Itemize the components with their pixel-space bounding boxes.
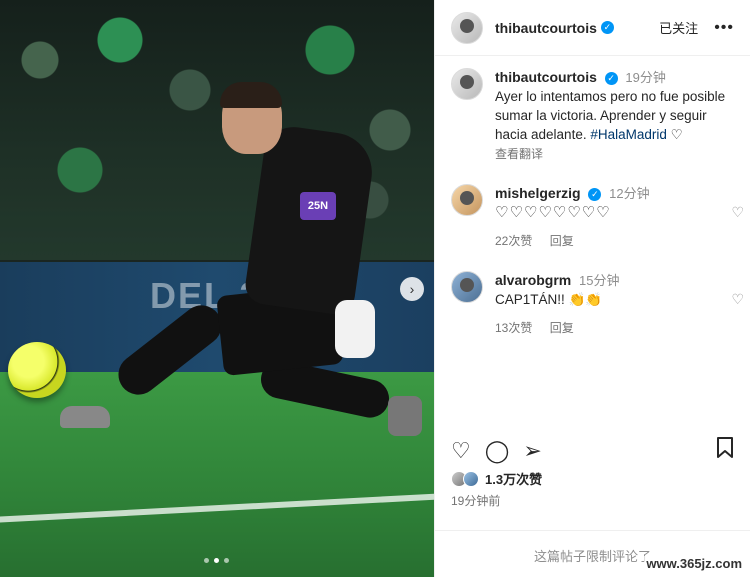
more-options-icon[interactable]: ••• xyxy=(714,19,734,37)
post-timestamp: 19分钟前 xyxy=(451,494,501,508)
keeper-hair xyxy=(220,82,282,108)
comment-time: 15分钟 xyxy=(579,273,620,288)
commenter-avatar[interactable] xyxy=(451,271,483,303)
hashtag-link[interactable]: #HalaMadrid xyxy=(590,127,667,142)
likes-summary[interactable]: 1.3万次赞 xyxy=(451,469,542,488)
keeper-boot xyxy=(388,396,422,436)
post-actions-bar: ♡ ◯ ➢ xyxy=(451,437,734,465)
commenter-avatar[interactable] xyxy=(451,184,483,216)
reply-button[interactable]: 回复 xyxy=(550,234,574,248)
heart-icon: ♡ xyxy=(670,127,683,142)
comment-likes[interactable]: 13次赞 xyxy=(495,321,532,335)
share-send-icon[interactable]: ➢ xyxy=(523,438,541,464)
verified-badge-icon: ✓ xyxy=(600,21,614,34)
carousel-dot-active[interactable] xyxy=(214,558,219,563)
bookmark-icon[interactable] xyxy=(716,437,734,465)
captain-armband: 25N xyxy=(300,192,336,220)
author-username[interactable]: thibautcourtois xyxy=(495,20,597,36)
following-button[interactable]: 已关注 xyxy=(659,18,698,37)
comment-text: ♡♡♡♡♡♡♡♡ xyxy=(495,204,611,221)
keeper-boot xyxy=(60,406,110,428)
instagram-post: DEL 2 25N › thibautcourtois ✓ 已关注 ••• th… xyxy=(0,0,750,577)
carousel-dot[interactable] xyxy=(224,558,229,563)
caption-time: 19分钟 xyxy=(625,70,666,85)
keeper-glove xyxy=(335,300,375,358)
comment-likes[interactable]: 22次赞 xyxy=(495,234,532,248)
commenter-username[interactable]: mishelgerzig xyxy=(495,185,581,201)
comment-bubble-icon[interactable]: ◯ xyxy=(485,438,510,464)
reply-button[interactable]: 回复 xyxy=(550,321,574,335)
post-side-panel: thibautcourtois ✓ 已关注 ••• thibautcourtoi… xyxy=(434,0,750,577)
author-avatar[interactable] xyxy=(451,11,483,44)
caption-avatar[interactable] xyxy=(451,68,483,100)
comment-like-heart-icon[interactable]: ♡ xyxy=(731,291,744,308)
post-media[interactable]: DEL 2 25N › xyxy=(0,0,434,577)
comment-time: 12分钟 xyxy=(609,186,650,201)
post-header: thibautcourtois ✓ 已关注 ••• xyxy=(435,0,750,56)
comment-item: mishelgerzig ✓ 12分钟 ♡♡♡♡♡♡♡♡ 22次赞 回复 ♡ xyxy=(435,184,750,251)
comment-text: CAP1TÁN!! 👏👏 xyxy=(495,292,603,307)
comment-item: alvarobgrm 15分钟 CAP1TÁN!! 👏👏 13次赞 回复 ♡ xyxy=(435,271,750,338)
like-heart-icon[interactable]: ♡ xyxy=(451,438,471,464)
caption-username[interactable]: thibautcourtois xyxy=(495,69,597,85)
see-translation-link[interactable]: 查看翻译 xyxy=(495,145,734,164)
carousel-next-button[interactable]: › xyxy=(400,277,424,301)
divider xyxy=(435,530,750,531)
chevron-right-icon: › xyxy=(409,281,415,297)
watermark: www.365jz.com xyxy=(644,556,744,571)
post-caption: thibautcourtois ✓ 19分钟 Ayer lo intentamo… xyxy=(435,56,750,164)
verified-badge-icon: ✓ xyxy=(588,187,602,201)
commenter-username[interactable]: alvarobgrm xyxy=(495,272,571,288)
liker-avatar xyxy=(463,470,479,487)
carousel-dots xyxy=(204,558,229,563)
carousel-dot[interactable] xyxy=(204,558,209,563)
crowd-background xyxy=(0,0,434,260)
comment-like-heart-icon[interactable]: ♡ xyxy=(731,204,744,221)
football xyxy=(8,342,66,398)
verified-badge-icon: ✓ xyxy=(604,71,618,85)
likes-count[interactable]: 1.3万次赞 xyxy=(485,469,542,488)
